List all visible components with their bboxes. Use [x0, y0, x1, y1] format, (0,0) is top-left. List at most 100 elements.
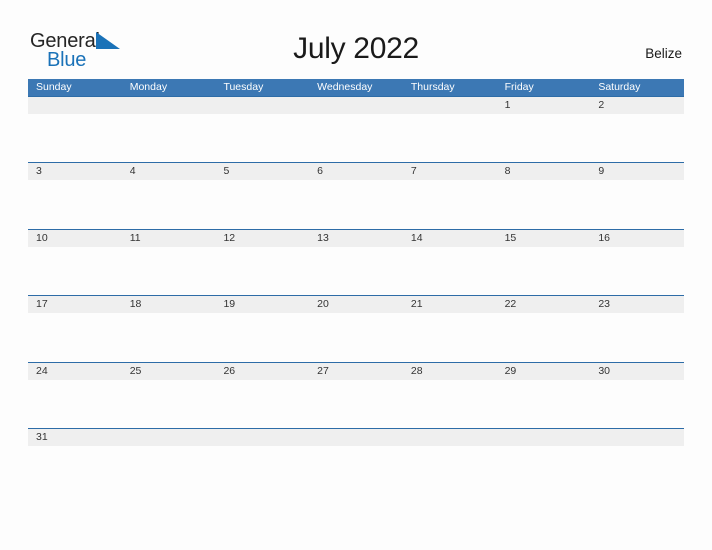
- day-number: 22: [504, 298, 517, 311]
- day-number: 18: [129, 298, 142, 311]
- day-number: 6: [317, 165, 323, 178]
- day-cell[interactable]: 27: [309, 363, 403, 428]
- day-number: 5: [223, 165, 230, 178]
- day-cell[interactable]: 29: [497, 363, 591, 428]
- week-row: 10 11 12 13 14 15 16: [28, 228, 684, 296]
- day-cell[interactable]: 10: [28, 230, 122, 295]
- day-cell[interactable]: 5: [215, 163, 309, 228]
- day-cell[interactable]: 31: [28, 429, 122, 447]
- day-number: 11: [129, 231, 141, 244]
- day-number: 20: [317, 298, 329, 311]
- day-number: 17: [36, 298, 48, 311]
- day-cell[interactable]: 19: [215, 296, 309, 361]
- week-row: 24 25 26 27 28 29 30: [28, 361, 684, 428]
- day-cell[interactable]: 22: [497, 296, 591, 361]
- day-number: 29: [504, 364, 517, 377]
- day-number: 19: [223, 298, 236, 311]
- day-cell[interactable]: [215, 97, 309, 162]
- day-cell[interactable]: 30: [590, 363, 684, 428]
- day-cell[interactable]: [590, 429, 684, 447]
- day-cell[interactable]: 2: [590, 97, 684, 162]
- day-number: [36, 97, 122, 114]
- day-cell[interactable]: 23: [590, 296, 684, 361]
- weekday-header-wednesday: Wednesday: [317, 81, 373, 93]
- calendar-table: Sunday Monday Tuesday Wednesday Thursday…: [28, 79, 684, 447]
- day-number: 24: [36, 364, 48, 377]
- day-number: 30: [598, 364, 610, 377]
- weekday-header-monday: Monday: [129, 81, 168, 93]
- day-number: [505, 429, 591, 446]
- day-cell[interactable]: 15: [497, 230, 591, 295]
- day-number: 7: [410, 165, 417, 178]
- day-number: [223, 97, 309, 114]
- day-number: 14: [410, 231, 423, 244]
- day-cell[interactable]: 16: [590, 230, 684, 295]
- day-number: 25: [129, 364, 142, 377]
- day-number: 2: [598, 99, 605, 111]
- day-number: 10: [36, 231, 48, 244]
- day-number: [130, 97, 216, 114]
- day-cell[interactable]: 1: [497, 97, 591, 162]
- day-cell[interactable]: 8: [497, 163, 591, 228]
- page-header: General Blue July 2022 Belize: [0, 0, 712, 79]
- day-cell[interactable]: [309, 429, 403, 447]
- day-cell[interactable]: 24: [28, 363, 122, 428]
- day-cell[interactable]: 26: [215, 363, 309, 428]
- weekday-header-row: Sunday Monday Tuesday Wednesday Thursday…: [28, 79, 684, 96]
- day-number: 27: [317, 364, 329, 377]
- day-cell[interactable]: [403, 97, 497, 162]
- day-cell[interactable]: [122, 97, 216, 162]
- day-number: [223, 429, 309, 446]
- day-number: 21: [410, 298, 423, 311]
- day-cell[interactable]: 28: [403, 363, 497, 428]
- day-number: 9: [598, 165, 605, 178]
- day-cell[interactable]: 13: [309, 230, 403, 295]
- day-number: 13: [317, 231, 329, 244]
- day-number: 15: [504, 231, 517, 244]
- day-cell[interactable]: [28, 97, 122, 162]
- day-number: 8: [504, 165, 511, 178]
- day-cell[interactable]: 6: [309, 163, 403, 228]
- day-cell[interactable]: 12: [215, 230, 309, 295]
- day-number: 4: [129, 165, 136, 178]
- day-number: [130, 429, 216, 446]
- day-cell[interactable]: [403, 429, 497, 447]
- day-cell[interactable]: 17: [28, 296, 122, 361]
- day-cell[interactable]: 4: [122, 163, 216, 228]
- day-cell[interactable]: [497, 429, 591, 447]
- day-number: 1: [504, 99, 511, 111]
- day-number: 16: [598, 231, 610, 244]
- day-number: 3: [36, 165, 42, 178]
- day-number: [317, 429, 403, 446]
- day-number: 28: [410, 364, 423, 377]
- day-cell[interactable]: 18: [122, 296, 216, 361]
- day-number: [317, 97, 403, 114]
- day-cell[interactable]: [122, 429, 216, 447]
- weekday-header-thursday: Thursday: [410, 81, 455, 93]
- day-cell[interactable]: 14: [403, 230, 497, 295]
- day-cell[interactable]: 11: [122, 230, 216, 295]
- day-number: 26: [223, 364, 236, 377]
- weekday-header-friday: Friday: [504, 81, 534, 93]
- day-cell[interactable]: 21: [403, 296, 497, 361]
- week-row: 1 2: [28, 96, 684, 163]
- day-number: [411, 97, 497, 114]
- day-cell[interactable]: [309, 97, 403, 162]
- day-cell[interactable]: 25: [122, 363, 216, 428]
- day-number: 12: [223, 231, 236, 244]
- day-cell[interactable]: [215, 429, 309, 447]
- day-number: [411, 429, 497, 446]
- weekday-header-saturday: Saturday: [598, 81, 641, 93]
- page-title: July 2022: [293, 32, 419, 65]
- week-row: 17 18 19 20 21 22 23: [28, 295, 684, 362]
- day-cell[interactable]: 7: [403, 163, 497, 228]
- region-label: Belize: [645, 46, 682, 61]
- day-cell[interactable]: 20: [309, 296, 403, 361]
- day-cell[interactable]: 3: [28, 163, 122, 228]
- day-number: 23: [598, 298, 610, 311]
- day-cell[interactable]: 9: [590, 163, 684, 228]
- week-row: 31: [28, 427, 684, 447]
- weekday-header-tuesday: Tuesday: [223, 81, 264, 93]
- day-number: 31: [36, 430, 48, 443]
- weekday-header-sunday: Sunday: [36, 81, 72, 93]
